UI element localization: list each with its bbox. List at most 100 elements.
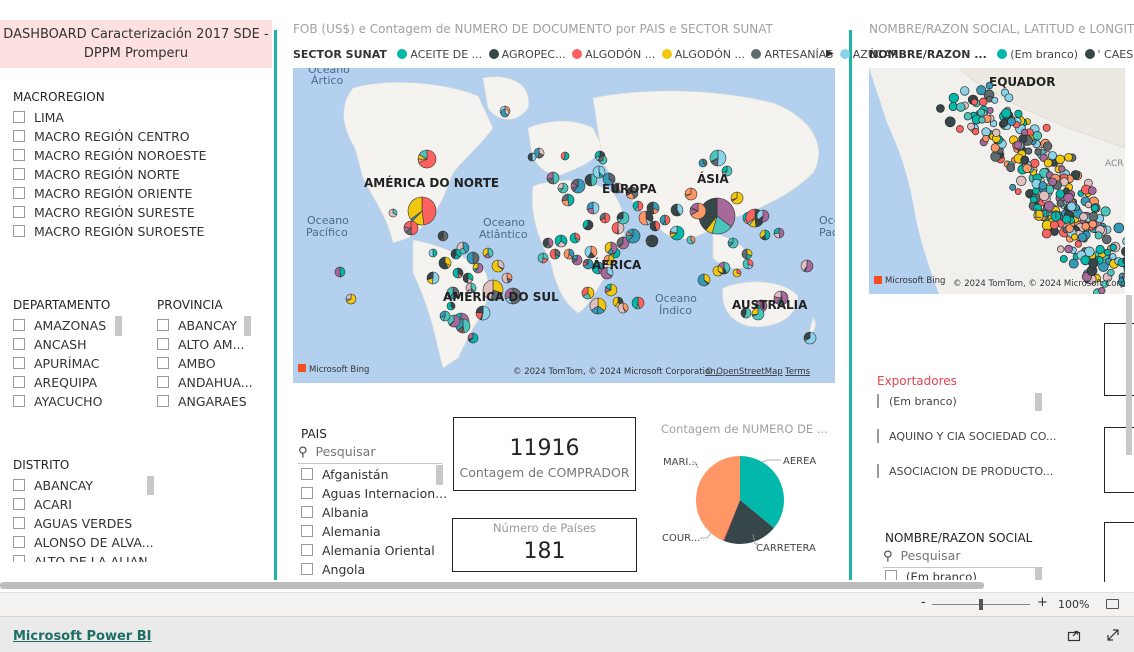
map-bubble[interactable]: [491, 259, 505, 273]
company-dot[interactable]: [1048, 177, 1057, 187]
map-bubble[interactable]: [345, 293, 357, 305]
company-dot[interactable]: [1038, 190, 1050, 202]
map-bubble[interactable]: [527, 152, 537, 162]
company-dot[interactable]: [1048, 151, 1057, 161]
pie-slices[interactable]: [696, 456, 784, 544]
map-bubble[interactable]: [428, 248, 438, 258]
company-dot[interactable]: [1056, 199, 1065, 208]
map-bubble[interactable]: [684, 187, 698, 201]
provincia-option[interactable]: ANGARAES: [157, 392, 247, 411]
exportadores-scrollbar[interactable]: [1035, 393, 1042, 411]
map-bubble[interactable]: [604, 241, 618, 255]
map-bubble[interactable]: [554, 234, 568, 248]
company-dot[interactable]: [1014, 188, 1022, 195]
map-bubble[interactable]: [686, 235, 696, 245]
company-dot[interactable]: [1071, 233, 1079, 241]
company-dot[interactable]: [1066, 201, 1077, 212]
company-dot[interactable]: [948, 102, 958, 112]
company-dot[interactable]: [1042, 123, 1051, 132]
company-dot[interactable]: [1068, 258, 1079, 269]
checkbox[interactable]: [301, 468, 313, 480]
map-bubble[interactable]: [388, 208, 398, 218]
map-bubble[interactable]: [727, 237, 739, 249]
distrito-scrollbar[interactable]: [147, 476, 154, 495]
company-dot[interactable]: [978, 116, 986, 124]
pais-search[interactable]: ⚲: [298, 444, 442, 464]
company-dot[interactable]: [985, 81, 994, 90]
company-dot[interactable]: [1050, 220, 1059, 230]
map-bubble[interactable]: [741, 248, 753, 260]
zoom-slider-thumb[interactable]: [979, 599, 983, 610]
checkbox[interactable]: [885, 570, 897, 580]
map-bubble[interactable]: [631, 296, 645, 310]
map-bubble[interactable]: [537, 252, 549, 264]
map-bubble[interactable]: [437, 230, 449, 242]
checkbox[interactable]: [13, 319, 25, 331]
checkbox[interactable]: [13, 225, 25, 237]
macroregion-option[interactable]: MACRO REGIÓN SURESTE: [13, 203, 195, 222]
terms-link[interactable]: Terms: [784, 367, 811, 377]
checkbox[interactable]: [301, 525, 313, 537]
checkbox[interactable]: [301, 506, 313, 518]
company-dot[interactable]: [944, 116, 956, 128]
provincia-option[interactable]: ANDAHUA...: [157, 373, 253, 392]
map-bubble[interactable]: [803, 331, 817, 345]
distrito-option[interactable]: ABANCAY: [13, 476, 93, 495]
company-dot[interactable]: [1006, 163, 1016, 173]
checkbox[interactable]: [301, 563, 313, 575]
departamento-option[interactable]: APURÍMAC: [13, 354, 99, 373]
pais-option[interactable]: Albania: [301, 503, 369, 522]
distrito-option[interactable]: AGUAS VERDES: [13, 514, 132, 533]
map-bubble[interactable]: [689, 202, 707, 220]
company-dot[interactable]: [979, 97, 988, 107]
map-bubble[interactable]: [625, 228, 641, 244]
map-bubble[interactable]: [334, 266, 346, 278]
departamento-option[interactable]: AMAZONAS: [13, 316, 106, 335]
horizontal-scrollbar[interactable]: [0, 582, 984, 589]
legend-item[interactable]: ARTESANÍAS: [748, 48, 833, 61]
map-bubble[interactable]: [632, 200, 644, 212]
company-dot[interactable]: [1016, 175, 1027, 186]
checkbox[interactable]: [13, 376, 25, 388]
company-dot[interactable]: [1024, 147, 1033, 155]
legend-item[interactable]: AGROPEC...: [486, 48, 566, 61]
map-bubble[interactable]: [599, 212, 611, 224]
map-bubble[interactable]: [452, 267, 464, 279]
checkbox[interactable]: [13, 479, 25, 491]
map-bubble[interactable]: [560, 151, 570, 161]
pais-search-input[interactable]: [315, 444, 426, 459]
checkbox[interactable]: [13, 111, 25, 123]
razon-social-scrollbar[interactable]: [1035, 568, 1042, 580]
powerbi-link[interactable]: Microsoft Power BI: [13, 629, 151, 644]
company-dot[interactable]: [1088, 186, 1097, 195]
company-dot[interactable]: [1041, 228, 1052, 239]
company-dot[interactable]: [971, 98, 978, 106]
checkbox[interactable]: [13, 536, 25, 548]
checkbox[interactable]: [13, 555, 25, 562]
company-dot[interactable]: [1043, 158, 1053, 168]
company-dot[interactable]: [1055, 154, 1065, 165]
map-bubble[interactable]: [584, 245, 598, 259]
pais-option[interactable]: Alemania Oriental: [301, 541, 435, 560]
map-bubble[interactable]: [450, 248, 462, 260]
map-bubble[interactable]: [466, 251, 480, 265]
checkbox[interactable]: [13, 395, 25, 407]
pie-chart[interactable]: AEREA MARI... CARRETERA COUR...: [655, 440, 830, 570]
map-bubble[interactable]: [549, 248, 561, 260]
pais-option[interactable]: Angola: [301, 560, 365, 577]
razon-social-search-input[interactable]: [900, 548, 1021, 563]
map-bubble[interactable]: [592, 165, 606, 179]
departamento-option[interactable]: AYACUCHO: [13, 392, 102, 411]
map-bubble[interactable]: [557, 182, 569, 194]
map-bubble[interactable]: [697, 273, 711, 287]
company-dot[interactable]: [1103, 248, 1111, 256]
company-dot[interactable]: [963, 112, 972, 121]
company-dot[interactable]: [1122, 237, 1125, 246]
checkbox[interactable]: [157, 319, 169, 331]
legend-item[interactable]: ALGODÓN ...: [659, 48, 745, 61]
exportador-item[interactable]: ASOCIACION DE PRODUCTO...: [889, 465, 1053, 478]
checkbox[interactable]: [157, 338, 169, 350]
provincia-scrollbar[interactable]: [244, 316, 251, 336]
company-dot[interactable]: [1058, 165, 1066, 173]
company-dot[interactable]: [1064, 152, 1073, 162]
